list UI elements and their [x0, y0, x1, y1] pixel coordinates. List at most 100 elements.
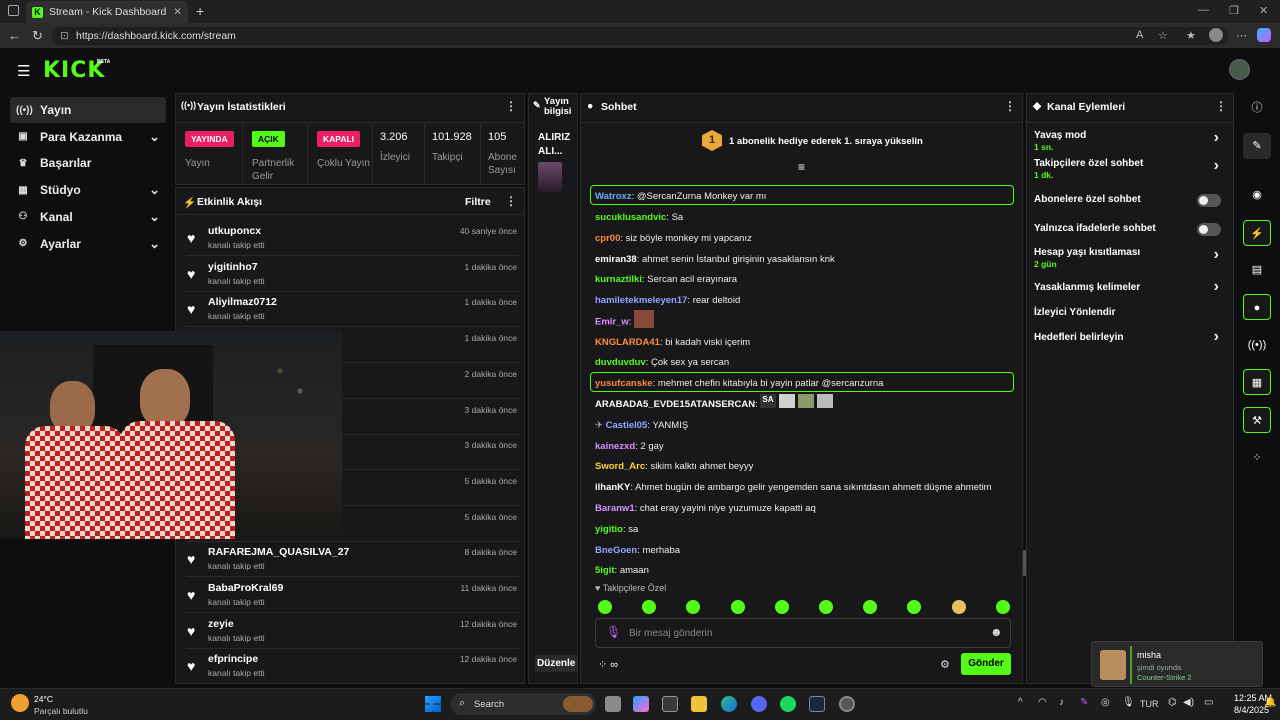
edit-pencil-icon[interactable]: ✎	[1243, 133, 1271, 159]
mic-tray-icon[interactable]: 🎙	[1122, 697, 1135, 708]
chat-settings-icon[interactable]: ⚙	[940, 658, 950, 671]
activity-more-icon[interactable]: ⋮	[505, 194, 517, 208]
kick-points-icon[interactable]: ⁘ ∞	[598, 658, 618, 671]
chat-username[interactable]: cpr00	[595, 233, 620, 244]
channel-action-row[interactable]: Hedefleri belirleyin ›	[1034, 328, 1229, 345]
activity-row[interactable]: ♥ yigitinho7 kanalı takip etti 1 dakika önc…	[186, 256, 519, 292]
close-tab-icon[interactable]: ✕	[173, 6, 182, 18]
stats-more-icon[interactable]: ⋮	[505, 99, 517, 113]
activity-row[interactable]: ♥ efprincipe kanalı takip etti 12 dakika ön…	[186, 648, 519, 685]
volume-icon[interactable]: ♪	[1059, 697, 1064, 708]
channel-action-row[interactable]: Yavaş mod 1 sn. ›	[1034, 129, 1229, 152]
tray-chevron-icon[interactable]: ^	[1018, 697, 1023, 708]
chat-message[interactable]: Sword_Arc: sikim kalktı ahmet beyyy	[595, 461, 1015, 472]
panels-icon[interactable]: ▦	[1243, 369, 1271, 395]
chat-input-box[interactable]: 🎙 Bir mesaj gönderin ☻	[595, 618, 1011, 648]
headset-icon[interactable]: ◠	[1038, 697, 1047, 708]
category-thumbnail[interactable]	[538, 162, 562, 192]
gift-sub-promo[interactable]: 1 abonelik hediye ederek 1. sıraya yükse…	[729, 136, 923, 147]
microphone-icon[interactable]: 🎙	[606, 625, 621, 639]
weather-temp[interactable]: 24°C	[34, 694, 53, 704]
activity-row[interactable]: ♥ utkuponcx kanalı takip etti 40 saniye önc…	[186, 220, 519, 256]
activity-row[interactable]: ♥ Aliyilmaz0712 kanalı takip etti 1 dakika …	[186, 291, 519, 328]
emote-button[interactable]	[730, 600, 745, 614]
edit-button[interactable]: Düzenle	[535, 655, 578, 672]
read-aloud-icon[interactable]: A	[1136, 29, 1143, 41]
activity-row[interactable]: ♥ zeyie kanalı takip etti 12 dakika önce	[186, 613, 519, 649]
info-icon[interactable]: ⓘ	[1243, 95, 1271, 121]
steam-notification[interactable]: misha şimdi oyunda Counter-Strike 2	[1091, 641, 1263, 687]
emote-button[interactable]	[642, 600, 657, 614]
profile-icon[interactable]	[1209, 28, 1223, 42]
chat-username[interactable]: Emir_w	[595, 317, 629, 328]
battery-icon[interactable]: ▭	[1204, 697, 1213, 708]
weather-icon[interactable]	[11, 694, 29, 712]
taskbar-search[interactable]: ⌕ Search	[450, 693, 596, 715]
activity-row[interactable]: ♥ RAFAREJMA_QUASILVA_27 kanalı takip etti 8…	[186, 541, 519, 578]
obs-icon[interactable]	[839, 696, 855, 712]
chat-message[interactable]: KNGLARDA41: bi kadah viski içerim	[595, 337, 1015, 348]
toggle-switch[interactable]	[1197, 194, 1221, 207]
emote-button[interactable]	[774, 600, 789, 614]
chat-message[interactable]: duvduvduv: Çok sex ya sercan	[595, 357, 1015, 368]
chat-message[interactable]: ilhanKY: Ahmet bugün de ambargo gelir ye…	[595, 482, 1015, 493]
emote-button[interactable]	[598, 600, 612, 614]
pinned-toggle-icon[interactable]: ≡	[798, 160, 805, 174]
speaker-icon[interactable]: ◀)	[1183, 697, 1194, 708]
chat-username[interactable]: duvduvduv	[595, 357, 646, 368]
chat-username[interactable]: yusufcanske	[595, 378, 653, 389]
favorite-star-icon[interactable]: ☆	[1158, 29, 1168, 42]
favorites-icon[interactable]: ★	[1186, 29, 1196, 42]
sidebar-item-4[interactable]: ⚇ Kanal ⌄	[10, 204, 166, 230]
emote-button[interactable]	[819, 600, 833, 614]
sidebar-item-5[interactable]: ⚙ Ayarlar ⌄	[10, 231, 166, 257]
back-icon[interactable]: ←	[8, 28, 21, 43]
chat-username[interactable]: emiran38	[595, 254, 637, 265]
chat-message[interactable]: sucuklusandvic: Sa	[595, 212, 1015, 223]
chat-input-placeholder[interactable]: Bir mesaj gönderin	[629, 628, 712, 639]
chat-message[interactable]: Baranw1: chat eray yayini niye yuzumuze …	[595, 503, 1015, 514]
activity-row[interactable]: ♥ BabaProKral69 kanalı takip etti 11 dakika…	[186, 577, 519, 613]
network-icon[interactable]: ⌬	[1168, 697, 1177, 708]
chat-message[interactable]: yusufcanske: mehmet chefin kitabıyla bi …	[595, 378, 1015, 389]
chat-username[interactable]: 5igit	[595, 565, 615, 576]
chat-message[interactable]: BneGoen: merhaba	[595, 545, 1015, 556]
notifications-icon[interactable]: 🔔	[1264, 697, 1276, 708]
toggle-switch[interactable]	[1197, 223, 1221, 236]
chat-username[interactable]: kurnaztilki	[595, 274, 642, 285]
edge-icon[interactable]	[721, 696, 737, 712]
tools-icon[interactable]: ⚒	[1243, 407, 1271, 433]
task-view-icon[interactable]	[605, 696, 621, 712]
discord-icon[interactable]	[751, 696, 767, 712]
tab-actions-icon[interactable]	[8, 5, 19, 16]
url-field[interactable]: ⊡ https://dashboard.kick.com/stream	[52, 27, 1228, 45]
chat-username[interactable]: kainezxd	[595, 441, 635, 452]
send-button[interactable]: Gönder	[961, 653, 1011, 675]
copilot-icon[interactable]	[1257, 28, 1271, 42]
sidebar-item-1[interactable]: ▣ Para Kazanma ⌄	[10, 124, 166, 150]
chat-message[interactable]: cpr00: siz böyle monkey mi yapcanız	[595, 233, 1015, 244]
emote-button[interactable]	[995, 600, 1010, 614]
pen-icon[interactable]: ✎	[1080, 697, 1088, 708]
kick-points-icon[interactable]: ⁘	[1243, 445, 1271, 471]
chat-username[interactable]: Baranw1	[595, 503, 635, 514]
bolt-icon[interactable]: ⚡	[1243, 220, 1271, 246]
more-browser-icon[interactable]: ⋯	[1236, 29, 1247, 42]
channel-action-row[interactable]: Abonelere özel sohbet	[1034, 194, 1229, 207]
chat-message[interactable]: kurnaztilki: Sercan acil erayınara	[595, 274, 1015, 285]
chat-username[interactable]: ilhanKY	[595, 482, 630, 493]
chat-message[interactable]: yigitio: sa	[595, 524, 1015, 535]
emoji-picker-icon[interactable]: ☻	[990, 625, 1003, 639]
chat-username[interactable]: ARABADA5_EVDE15ATANSERCAN	[595, 399, 755, 410]
store-icon[interactable]	[662, 696, 678, 712]
chat-username[interactable]: Castiel05	[606, 420, 648, 431]
chat-message[interactable]: Emir_w:	[595, 310, 1015, 328]
sidebar-item-2[interactable]: ♛ Başarılar	[10, 150, 166, 176]
emote-button[interactable]	[907, 600, 922, 614]
new-tab-button[interactable]: +	[196, 3, 204, 19]
chat-message[interactable]: ARABADA5_EVDE15ATANSERCAN: SA	[595, 394, 1015, 410]
chat-username[interactable]: yigitio	[595, 524, 623, 535]
chat-more-icon[interactable]: ⋮	[1004, 99, 1016, 113]
channel-more-icon[interactable]: ⋮	[1215, 99, 1227, 113]
minimize-icon[interactable]: —	[1198, 4, 1209, 16]
